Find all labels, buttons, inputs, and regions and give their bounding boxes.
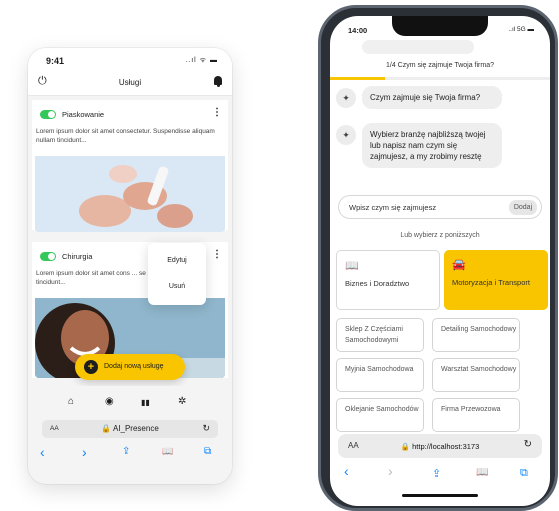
share-icon[interactable]: ⇪ bbox=[122, 446, 130, 457]
notch bbox=[392, 16, 488, 36]
chat-bubble: Wybierz branżę najbliższą twojej lub nap… bbox=[362, 123, 502, 168]
category-automotive[interactable]: 🚘 Motoryzacja i Transport bbox=[444, 250, 548, 310]
menu-item-edit[interactable]: Edytuj bbox=[148, 257, 206, 264]
app-header: ⏻ Usługi bbox=[28, 70, 232, 96]
subcategory-chip[interactable]: Oklejanie Samochodów bbox=[336, 398, 424, 432]
browser-nav: ‹ › ⇪ 📖 ⧉ bbox=[28, 444, 232, 464]
step-indicator: 1/4 Czym się zajmuje Twoja firma? bbox=[385, 62, 495, 69]
choose-below-label: Lub wybierz z poniższych bbox=[400, 232, 480, 239]
chip-label: Sklep Z Częściami Samochodowymi bbox=[345, 326, 403, 344]
subcategory-chip[interactable]: Detailing Samochodowy bbox=[432, 318, 520, 352]
car-icon: 🚘 bbox=[452, 259, 466, 271]
service-toggle[interactable] bbox=[40, 252, 56, 261]
category-label: Motoryzacja i Transport bbox=[452, 278, 530, 287]
status-bar: 9:41 ..ıl ᯤ ▬ bbox=[28, 48, 232, 70]
bookmarks-icon[interactable]: 📖 bbox=[476, 467, 488, 478]
forward-icon[interactable]: › bbox=[388, 463, 393, 479]
back-icon[interactable]: ‹ bbox=[40, 444, 45, 460]
url-text: 🔒 http://localhost:3173 bbox=[400, 442, 480, 451]
bookmarks-icon[interactable]: 📖 bbox=[162, 446, 173, 457]
url-text: 🔒 AI_Presence bbox=[101, 424, 159, 433]
input-placeholder: Wpisz czym się zajmujesz bbox=[349, 203, 437, 212]
left-phone: 9:41 ..ıl ᯤ ▬ ⏻ Usługi Piaskowanie ⋮ Lor… bbox=[28, 48, 232, 484]
chip-label: Oklejanie Samochodów bbox=[345, 406, 419, 413]
previous-message-faded bbox=[362, 40, 474, 54]
bottom-tab-bar: ⌂ ◉ ▮▮ ✲ bbox=[28, 386, 232, 416]
status-time: 14:00 bbox=[348, 26, 368, 35]
reload-icon[interactable]: ↻ bbox=[524, 439, 532, 450]
forward-icon[interactable]: › bbox=[82, 444, 87, 460]
stats-icon[interactable]: ▮▮ bbox=[141, 398, 150, 407]
service-image bbox=[35, 156, 225, 232]
context-menu: Edytuj Usuń bbox=[148, 243, 206, 305]
service-card-piaskowanie: Piaskowanie ⋮ Lorem ipsum dolor sit amet… bbox=[32, 100, 228, 232]
service-toggle[interactable] bbox=[40, 110, 56, 119]
subcategory-chip[interactable]: Warsztat Samochodowy bbox=[432, 358, 520, 392]
browser-nav: ‹ › ⇪ 📖 ⧉ bbox=[330, 463, 550, 485]
service-name: Chirurgia bbox=[62, 252, 93, 261]
add-service-label: Dodaj nową usługę bbox=[104, 363, 164, 370]
settings-icon[interactable]: ✲ bbox=[178, 396, 186, 407]
back-icon[interactable]: ‹ bbox=[344, 463, 349, 479]
subcategory-chip[interactable]: Sklep Z Częściami Samochodowymi bbox=[336, 318, 424, 352]
subcategory-chip[interactable]: Myjnia Samochodowa bbox=[336, 358, 424, 392]
chip-label: Warsztat Samochodowy bbox=[441, 366, 517, 373]
chip-label: Myjnia Samochodowa bbox=[345, 366, 414, 373]
book-icon: 📖 bbox=[345, 260, 359, 272]
hands-cosmetics-illustration bbox=[35, 156, 225, 232]
share-icon[interactable]: ⇪ bbox=[432, 467, 441, 480]
signal-battery-icons: ..ıl ᯤ ▬ bbox=[185, 57, 218, 64]
progress-fill bbox=[330, 77, 385, 80]
more-options-icon[interactable]: ⋮ bbox=[212, 108, 222, 118]
chip-label: Detailing Samochodowy bbox=[441, 326, 517, 333]
add-button[interactable]: Dodaj bbox=[509, 200, 537, 215]
home-indicator bbox=[402, 494, 478, 497]
plus-icon: + bbox=[84, 360, 98, 374]
category-business[interactable]: 📖 Biznes i Doradztwo bbox=[336, 250, 440, 310]
tabs-icon[interactable]: ⧉ bbox=[520, 467, 528, 480]
more-options-icon[interactable]: ⋮ bbox=[212, 250, 222, 260]
category-label: Biznes i Doradztwo bbox=[345, 279, 410, 288]
signal-battery-icons: ..ıl 5G ▬ bbox=[508, 26, 534, 33]
menu-item-delete[interactable]: Usuń bbox=[148, 283, 206, 290]
service-description: Lorem ipsum dolor sit amet consectetur. … bbox=[36, 128, 215, 144]
status-time: 9:41 bbox=[46, 56, 65, 66]
browser-url-bar[interactable]: AA 🔒 http://localhost:3173 ↻ bbox=[338, 434, 542, 458]
page-title: Usługi bbox=[118, 78, 142, 87]
home-icon[interactable]: ⌂ bbox=[68, 396, 74, 407]
reload-icon[interactable]: ↻ bbox=[202, 423, 210, 434]
assistant-wand-icon: ✦ bbox=[336, 88, 356, 108]
bell-icon[interactable] bbox=[214, 76, 222, 87]
industry-input[interactable]: Wpisz czym się zajmujesz Dodaj bbox=[338, 195, 542, 219]
assistant-wand-icon: ✦ bbox=[336, 125, 356, 145]
eye-icon[interactable]: ◉ bbox=[105, 396, 114, 407]
right-phone-screen: 14:00 ..ıl 5G ▬ 1/4 Czym się zajmuje Two… bbox=[330, 16, 550, 506]
chat-bubble: Czym zajmuje się Twoja firma? bbox=[362, 86, 502, 109]
chip-label: Firma Przewozowa bbox=[441, 406, 501, 413]
subcategory-chip[interactable]: Firma Przewozowa bbox=[432, 398, 520, 432]
add-service-button[interactable]: + Dodaj nową usługę bbox=[75, 354, 185, 380]
service-name: Piaskowanie bbox=[62, 110, 105, 119]
browser-url-bar[interactable]: AA 🔒 AI_Presence ↻ bbox=[42, 420, 218, 438]
tabs-icon[interactable]: ⧉ bbox=[204, 446, 211, 457]
